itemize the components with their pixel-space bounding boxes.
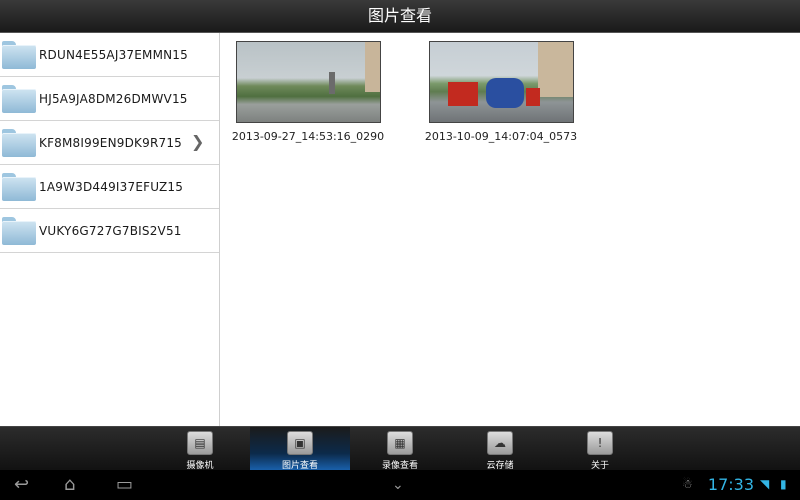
folder-item[interactable]: RDUN4E55AJ37EMMN15	[0, 33, 219, 77]
title-bar: 图片查看	[0, 0, 800, 33]
snapshot-thumbnail[interactable]	[235, 41, 381, 123]
folder-label: 1A9W3D449I37EFUZ15	[39, 179, 184, 194]
page-title: 图片查看	[367, 6, 432, 25]
folder-item-selected[interactable]: KF8M8I99EN9DK9R715 ❯	[0, 121, 219, 165]
video-icon: ▦	[387, 431, 413, 455]
tab-cloud-storage[interactable]: ☁ 云存储	[450, 427, 550, 471]
snapshot-thumbnail[interactable]	[428, 41, 574, 123]
folder-label: HJ5A9JA8DM26DMWV15	[39, 91, 188, 106]
folder-label: VUKY6G727G7BIS2V51	[39, 223, 182, 238]
back-icon[interactable]: ↩	[14, 475, 29, 495]
folder-icon	[2, 216, 36, 245]
picture-icon: ▣	[287, 431, 313, 455]
thumbnail-card[interactable]: 2013-10-09_14:07:04_0573	[421, 41, 581, 143]
folder-item[interactable]: HJ5A9JA8DM26DMWV15	[0, 77, 219, 121]
tab-camera[interactable]: ▤ 摄像机	[150, 427, 250, 471]
folder-icon	[2, 84, 36, 113]
folder-label: KF8M8I99EN9DK9R715	[39, 135, 182, 150]
folder-icon	[2, 128, 36, 157]
bottom-tab-bar: ▤ 摄像机 ▣ 图片查看 ▦ 录像查看 ☁ 云存储 ! 关于	[0, 426, 800, 471]
folder-icon	[2, 40, 36, 69]
wifi-icon: ◥	[760, 477, 770, 491]
recent-apps-icon[interactable]: ▭	[116, 475, 133, 495]
android-icon: ☃	[682, 477, 693, 491]
system-nav-bar: ↩ ⌂ ▭ ⌄ ☃ 17:33 ◥ ▮	[0, 470, 800, 500]
main-content: RDUN4E55AJ37EMMN15 HJ5A9JA8DM26DMWV15 KF…	[0, 33, 800, 426]
tab-video-view[interactable]: ▦ 录像查看	[350, 427, 450, 471]
thumbnail-card[interactable]: 2013-09-27_14:53:16_0290	[228, 41, 388, 143]
battery-icon: ▮	[780, 477, 787, 491]
folder-icon	[2, 172, 36, 201]
cloud-icon: ☁	[487, 431, 513, 455]
info-icon: !	[587, 431, 613, 455]
thumbnail-grid: 2013-09-27_14:53:16_0290 2013-10-09_14:0…	[220, 33, 800, 426]
chevron-right-icon: ❯	[191, 132, 205, 151]
thumbnail-caption: 2013-10-09_14:07:04_0573	[424, 130, 578, 143]
thumbnail-caption: 2013-09-27_14:53:16_0290	[231, 130, 385, 143]
tab-picture-view[interactable]: ▣ 图片查看	[250, 427, 350, 471]
folder-item[interactable]: 1A9W3D449I37EFUZ15	[0, 165, 219, 209]
folder-item[interactable]: VUKY6G727G7BIS2V51	[0, 209, 219, 253]
folder-list: RDUN4E55AJ37EMMN15 HJ5A9JA8DM26DMWV15 KF…	[0, 33, 220, 426]
home-icon[interactable]: ⌂	[64, 475, 75, 495]
folder-label: RDUN4E55AJ37EMMN15	[39, 47, 188, 62]
status-time: 17:33	[707, 475, 754, 494]
camera-icon: ▤	[187, 431, 213, 455]
tab-about[interactable]: ! 关于	[550, 427, 650, 471]
chevron-down-icon[interactable]: ⌄	[392, 475, 404, 495]
